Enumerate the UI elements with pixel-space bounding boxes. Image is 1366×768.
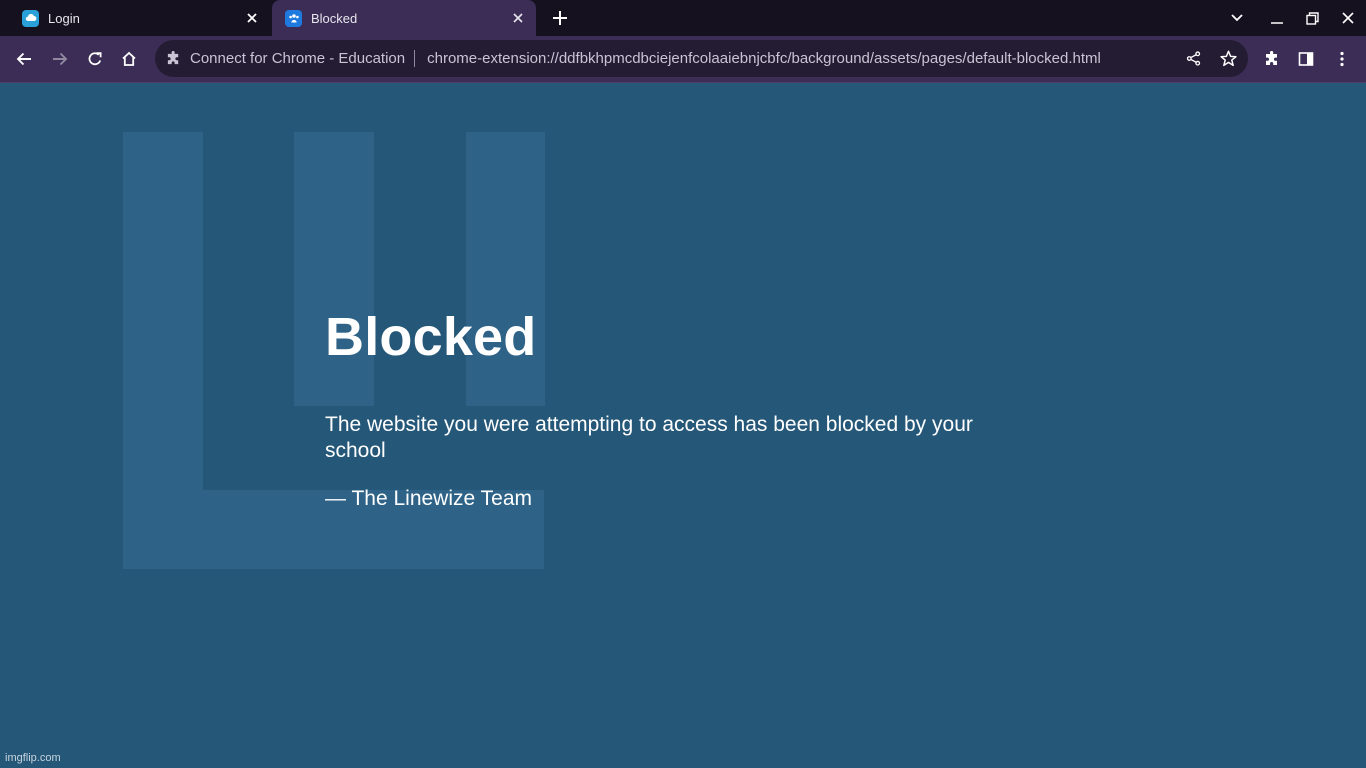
- restore-button[interactable]: [1300, 6, 1324, 30]
- url-text[interactable]: chrome-extension://ddfbkhpmcdbciejenfcol…: [427, 50, 1178, 67]
- close-window-button[interactable]: [1336, 6, 1360, 30]
- reload-button[interactable]: [82, 46, 108, 72]
- extensions-button[interactable]: [1259, 46, 1285, 72]
- omnibox-divider: [414, 50, 416, 67]
- bookmark-star-button[interactable]: [1213, 44, 1243, 74]
- side-panel-button[interactable]: [1293, 46, 1319, 72]
- tab-login[interactable]: Login: [0, 0, 270, 36]
- reload-icon: [88, 52, 102, 66]
- imgflip-watermark: imgflip.com: [5, 752, 61, 764]
- omnibox[interactable]: Connect for Chrome - Education chrome-ex…: [155, 40, 1248, 77]
- tab-strip: Login Blocked: [0, 0, 1366, 36]
- people-icon: [285, 9, 302, 27]
- minimize-icon: [1271, 22, 1283, 24]
- page-title: Blocked: [325, 307, 537, 367]
- menu-button[interactable]: [1329, 46, 1355, 72]
- close-icon[interactable]: [508, 8, 528, 28]
- more-vertical-icon: [1340, 51, 1344, 67]
- arrow-left-icon: [16, 52, 31, 66]
- forward-button[interactable]: [47, 46, 73, 72]
- chevron-down-icon: [1231, 14, 1243, 22]
- plus-icon: [553, 11, 567, 25]
- back-button[interactable]: [11, 46, 37, 72]
- blocked-message: The website you were attempting to acces…: [325, 413, 973, 462]
- home-icon: [122, 51, 136, 66]
- site-name: Connect for Chrome - Education: [190, 50, 406, 67]
- close-icon[interactable]: [242, 8, 262, 28]
- cloud-icon: [22, 9, 39, 27]
- home-button[interactable]: [116, 46, 142, 72]
- team-signature: — The Linewize Team: [325, 487, 532, 510]
- tab-title: Blocked: [311, 10, 358, 26]
- minimize-button[interactable]: [1265, 6, 1289, 30]
- close-icon: [1342, 12, 1354, 24]
- star-icon: [1219, 50, 1237, 67]
- puzzle-icon: [1266, 51, 1277, 65]
- blocked-page: Blocked The website you were attempting …: [0, 84, 1366, 768]
- tab-title: Login: [48, 10, 80, 26]
- share-button[interactable]: [1178, 44, 1208, 74]
- browser-toolbar: Connect for Chrome - Education chrome-ex…: [0, 36, 1366, 83]
- share-icon: [1186, 51, 1200, 66]
- puzzle-icon: [166, 51, 181, 66]
- tab-blocked[interactable]: Blocked: [272, 0, 536, 36]
- restore-icon: [1305, 11, 1319, 25]
- new-tab-button[interactable]: [549, 7, 571, 29]
- arrow-right-icon: [53, 52, 68, 66]
- tab-search-button[interactable]: [1225, 6, 1249, 30]
- side-panel-icon: [1298, 52, 1314, 66]
